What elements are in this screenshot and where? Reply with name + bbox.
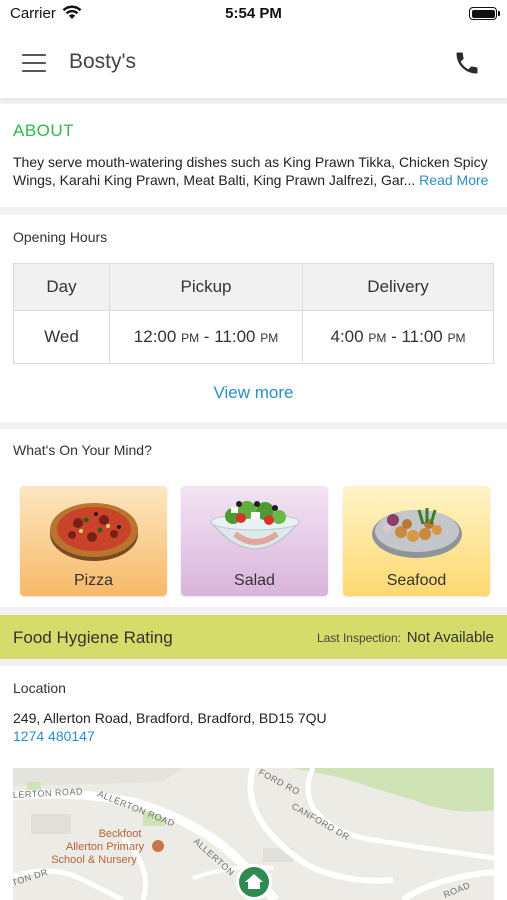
map-poi-label: Allerton Primary [66, 841, 145, 853]
opening-hours-table: Day Pickup Delivery Wed 12:00 PM - 11:00… [13, 263, 494, 364]
table-row: Wed 12:00 PM - 11:00 PM 4:00 PM - 11:00 … [13, 310, 494, 364]
column-header-day: Day [13, 263, 110, 311]
delivery-open-period: PM [368, 331, 387, 345]
opening-hours-section: Opening Hours Day Pickup Delivery Wed 12… [0, 215, 507, 422]
salad-image [209, 501, 301, 550]
hours-separator: - [203, 327, 210, 346]
whats-on-your-mind-heading: What's On Your Mind? [13, 442, 152, 458]
delivery-hours-cell: 4:00 PM - 11:00 PM [302, 310, 494, 364]
hygiene-title: Food Hygiene Rating [13, 628, 173, 647]
food-hygiene-rating-bar: Food Hygiene Rating Last Inspection: Not… [0, 615, 507, 659]
school-marker-icon [152, 840, 164, 852]
pizza-image [50, 503, 138, 561]
table-header-row: Day Pickup Delivery [13, 263, 494, 311]
about-heading: ABOUT [13, 121, 75, 140]
battery-icon [469, 7, 500, 20]
hamburger-menu-icon[interactable] [22, 52, 48, 74]
last-inspection-label: Last Inspection: [316, 631, 401, 645]
location-map[interactable]: LERTON ROAD ALLERTON ROAD ALLERTON CANFO… [13, 768, 494, 900]
delivery-close-time: 11:00 [401, 327, 443, 346]
navigation-bar: Bosty's [0, 30, 507, 98]
about-section: ABOUT They serve mouth-watering dishes s… [0, 104, 507, 207]
day-cell: Wed [13, 310, 110, 364]
category-label: Seafood [386, 572, 447, 589]
clock: 5:54 PM [225, 5, 282, 22]
status-bar: Carrier 5:54 PM [0, 0, 507, 30]
category-label: Salad [234, 572, 275, 589]
pickup-open-time: 12:00 [133, 327, 177, 346]
view-more-link[interactable]: View more [0, 383, 507, 403]
phone-icon[interactable] [453, 49, 481, 77]
pickup-close-period: PM [260, 331, 279, 345]
column-header-delivery: Delivery [302, 263, 494, 311]
last-inspection-value: Not Available [406, 629, 494, 646]
home-marker-icon[interactable] [236, 864, 272, 900]
about-text: They serve mouth-watering dishes such as… [13, 154, 488, 188]
pickup-open-period: PM [181, 331, 200, 345]
category-seafood-card[interactable]: Seafood [343, 486, 490, 596]
column-header-pickup: Pickup [109, 263, 303, 311]
map-poi-label: School & Nursery [51, 854, 137, 866]
opening-hours-heading: Opening Hours [13, 229, 108, 245]
category-salad-card[interactable]: Salad [181, 486, 328, 596]
category-pizza-card[interactable]: Pizza [20, 486, 167, 596]
delivery-close-period: PM [447, 331, 466, 345]
pickup-hours-cell: 12:00 PM - 11:00 PM [109, 310, 303, 364]
location-phone-link[interactable]: 1274 480147 [13, 728, 95, 744]
map-canvas: LERTON ROAD ALLERTON ROAD ALLERTON CANFO… [13, 768, 494, 900]
whats-on-your-mind-section: What's On Your Mind? Pizza Salad Seafood [0, 429, 507, 607]
category-label: Pizza [73, 572, 114, 589]
pickup-close-time: 11:00 [214, 327, 256, 346]
about-description: They serve mouth-watering dishes such as… [13, 153, 499, 189]
location-address: 249, Allerton Road, Bradford, Bradford, … [13, 710, 327, 726]
restaurant-title: Bosty's [69, 50, 137, 73]
map-poi-label: Beckfoot [99, 828, 142, 840]
location-section: Location 249, Allerton Road, Bradford, B… [0, 666, 507, 900]
delivery-open-time: 4:00 [330, 327, 364, 346]
seafood-image [372, 508, 462, 558]
hours-separator: - [391, 327, 397, 346]
read-more-link[interactable]: Read More [419, 172, 488, 188]
location-heading: Location [13, 680, 66, 696]
